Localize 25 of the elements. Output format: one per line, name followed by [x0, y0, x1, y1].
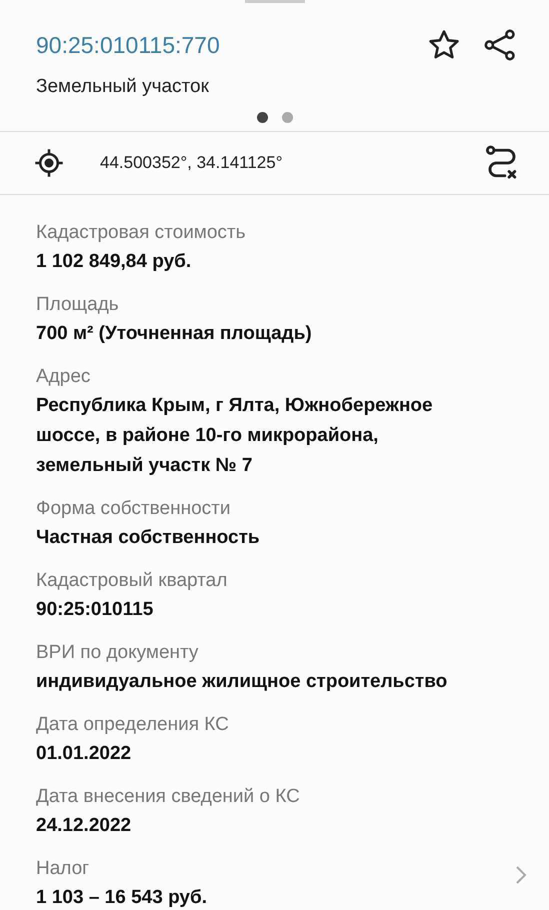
field-label: Площадь: [36, 293, 119, 317]
page-dot[interactable]: [256, 112, 268, 123]
field-label: ВРИ по документу: [36, 641, 198, 665]
share-icon[interactable]: [483, 28, 517, 62]
field-value: 24.12.2022: [36, 814, 132, 838]
field-value: Частная собственность: [36, 526, 260, 550]
field-label: Дата внесения сведений о КС: [36, 785, 300, 809]
field-label: Адрес: [36, 365, 90, 389]
field-value: 01.01.2022: [36, 742, 132, 766]
field-label: Кадастровая стоимость: [36, 221, 246, 245]
target-icon[interactable]: [34, 148, 64, 178]
cadastral-number: 90:25:010115:770: [36, 32, 220, 58]
field-value: 90:25:010115: [36, 598, 154, 622]
object-type: Земельный участок: [36, 76, 210, 98]
field-value: 1 103 – 16 543 руб.: [36, 886, 207, 910]
field-label: Форма собственности: [36, 497, 230, 521]
field-label: Дата определения КС: [36, 713, 229, 737]
coordinates: 44.500352°, 34.141125°: [100, 153, 284, 173]
field-label: Налог: [36, 857, 90, 881]
field-value: 1 102 849,84 руб.: [36, 250, 192, 274]
page-dot[interactable]: [282, 112, 292, 123]
field-value: Республика Крым, г Ялта, Южнобережное шоссе, в районе 10-го микрорайона, земельный участк № 7: [36, 394, 434, 478]
field-value: 700 м² (Уточненная площадь): [36, 322, 312, 346]
field-label: Кадастровый квартал: [36, 569, 228, 593]
field-value: индивидуальное жилищное строительство: [36, 670, 448, 694]
